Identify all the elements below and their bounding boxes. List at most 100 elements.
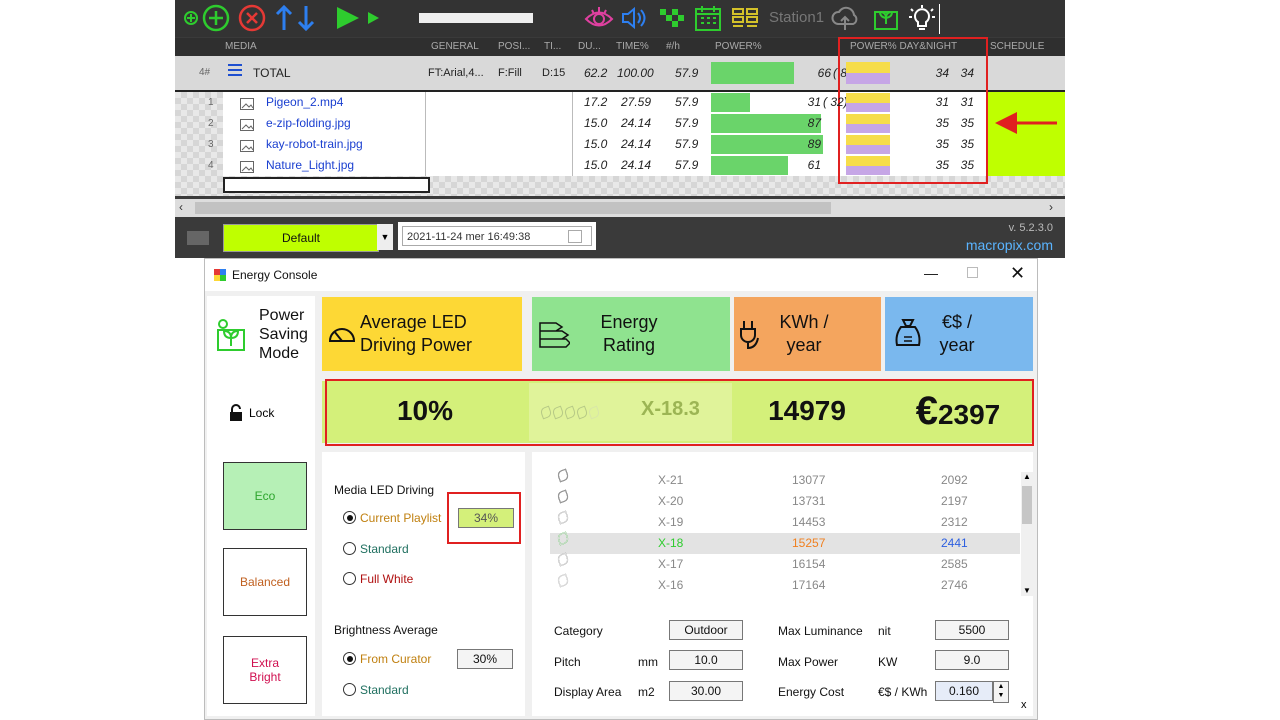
maximize-icon[interactable] — [967, 267, 978, 278]
speaker-icon[interactable] — [619, 4, 647, 32]
col-schedule[interactable]: SCHEDULE — [990, 41, 1044, 52]
radio-bright-standard[interactable] — [343, 683, 356, 696]
area-field[interactable]: 30.00 — [669, 681, 743, 701]
option-bright-standard[interactable]: Standard — [360, 683, 409, 697]
energy-plant-icon[interactable] — [871, 4, 901, 32]
table-row[interactable]: 3 kay-robot-train.jpg 15.0 24.14 57.9 89 35 35 — [175, 134, 1065, 155]
max-power-field[interactable]: 9.0 — [935, 650, 1009, 670]
power-value: 87 — [807, 116, 821, 130]
rating-name: X-18 — [658, 536, 684, 550]
energy-cost-field[interactable]: 0.160 — [935, 681, 993, 701]
site-link[interactable]: macropix.com — [935, 237, 1053, 253]
calendar-picker-icon[interactable] — [568, 230, 582, 243]
toolbar: Station1 — [175, 0, 1065, 37]
add-small-icon[interactable] — [183, 4, 199, 32]
luminance-unit: nit — [878, 624, 891, 638]
col-per-hour[interactable]: #/h — [666, 41, 680, 52]
scroll-right-icon[interactable]: › — [1049, 200, 1053, 214]
extra-bright-mode-button[interactable]: Extra Bright — [223, 636, 307, 704]
eco-mode-button[interactable]: Eco — [223, 462, 307, 530]
add-icon[interactable] — [201, 4, 231, 32]
horizontal-scrollbar[interactable]: ‹ › — [175, 199, 1065, 217]
move-up-icon[interactable] — [273, 4, 295, 32]
rating-name: X-17 — [658, 557, 684, 571]
col-media[interactable]: MEDIA — [225, 41, 257, 52]
datetime-field[interactable]: 2021-11-24 mer 16:49:38 — [402, 226, 592, 246]
col-position[interactable]: POSI... — [498, 41, 530, 52]
datetime-text: 2021-11-24 mer 16:49:38 — [407, 231, 531, 243]
pause-icon[interactable] — [187, 231, 209, 245]
rating-row[interactable]: X-17 16154 2585 — [550, 552, 1020, 575]
col-power[interactable]: POWER% — [715, 41, 762, 52]
close-icon[interactable]: ✕ — [1010, 263, 1025, 284]
new-row-cell[interactable] — [223, 177, 430, 193]
media-name[interactable]: e-zip-folding.jpg — [266, 113, 351, 134]
rating-row[interactable]: X-16 17164 2746 — [550, 573, 1020, 596]
layout-icon[interactable] — [730, 4, 760, 32]
option-from-curator[interactable]: From Curator — [360, 652, 431, 666]
table-row[interactable]: 1 Pigeon_2.mp4 17.2 27.59 57.9 31( 32) 31 31 — [175, 92, 1065, 113]
calendar-icon[interactable] — [693, 4, 723, 32]
radio-full-white[interactable] — [343, 572, 356, 585]
media-name[interactable]: Nature_Light.jpg — [266, 155, 354, 176]
cloud-upload-icon[interactable] — [829, 4, 861, 32]
balanced-mode-button[interactable]: Balanced — [223, 548, 307, 616]
rating-row[interactable]: X-18 15257 2441 — [550, 531, 1020, 554]
grid-icon[interactable] — [657, 4, 689, 32]
bulb-icon[interactable] — [907, 4, 937, 32]
col-duration[interactable]: DU... — [578, 41, 601, 52]
power-bar — [711, 93, 750, 112]
scroll-up-icon[interactable]: ▲ — [1023, 472, 1031, 481]
col-time-pct[interactable]: TIME% — [616, 41, 649, 52]
night-bar — [846, 103, 890, 112]
list-scroll-thumb[interactable] — [1022, 486, 1032, 524]
area-unit: m2 — [638, 685, 655, 699]
status-bar: Default ▼ 2021-11-24 mer 16:49:38 v. 5.2… — [175, 218, 1065, 258]
rating-row[interactable]: X-21 13077 2092 — [550, 468, 1020, 491]
lock-label[interactable]: Lock — [249, 406, 274, 420]
scroll-thumb[interactable] — [195, 202, 831, 214]
minimize-icon[interactable]: — — [924, 265, 938, 281]
duration: 15.0 — [584, 137, 608, 151]
col-time[interactable]: TI... — [544, 41, 561, 52]
gauge-icon — [326, 319, 358, 356]
delete-icon[interactable] — [237, 4, 267, 32]
luminance-field[interactable]: 5500 — [935, 620, 1009, 640]
pitch-field[interactable]: 10.0 — [669, 650, 743, 670]
profile-select[interactable]: Default — [223, 224, 379, 252]
option-standard[interactable]: Standard — [360, 542, 409, 556]
play-small-icon[interactable] — [365, 4, 381, 32]
col-general[interactable]: GENERAL — [431, 41, 479, 52]
version-label: v. 5.2.3.0 — [1008, 222, 1053, 234]
brightness-value-field[interactable]: 30% — [457, 649, 513, 669]
radio-from-curator[interactable] — [343, 652, 356, 665]
rating-row[interactable]: X-20 13731 2197 — [550, 489, 1020, 512]
eye-icon[interactable] — [583, 4, 615, 32]
rating-list[interactable]: X-21 13077 2092 X-20 13731 2197 X-19 14453 2312 X… — [550, 468, 1020, 598]
table-row[interactable]: 4 Nature_Light.jpg 15.0 24.14 57.9 61 35 35 — [175, 155, 1065, 176]
window-title: Energy Console — [232, 268, 318, 282]
list-scrollbar[interactable]: ▲ ▼ — [1021, 472, 1033, 596]
radio-standard[interactable] — [343, 542, 356, 555]
total-name: TOTAL — [253, 66, 291, 80]
media-value-field[interactable]: 34% — [458, 508, 514, 528]
cost-spinner[interactable]: ▲ ▼ — [993, 681, 1009, 703]
list-icon — [227, 63, 243, 84]
option-current-playlist[interactable]: Current Playlist — [360, 511, 441, 525]
move-down-icon[interactable] — [295, 4, 317, 32]
rating-row[interactable]: X-19 14453 2312 — [550, 510, 1020, 533]
table-row[interactable]: 2 e-zip-folding.jpg 15.0 24.14 57.9 87 35 35 — [175, 113, 1065, 134]
per-hour: 57.9 — [675, 158, 699, 172]
radio-current-playlist[interactable] — [343, 511, 356, 524]
lock-icon[interactable] — [229, 404, 243, 427]
category-field[interactable]: Outdoor — [669, 620, 743, 640]
media-name[interactable]: kay-robot-train.jpg — [266, 134, 363, 155]
scroll-left-icon[interactable]: ‹ — [179, 200, 183, 214]
play-icon[interactable] — [333, 4, 361, 32]
option-full-white[interactable]: Full White — [360, 572, 413, 586]
scroll-down-icon[interactable]: ▼ — [1023, 586, 1031, 595]
media-name[interactable]: Pigeon_2.mp4 — [266, 92, 343, 113]
toolbar-divider — [939, 4, 940, 34]
corner-close-icon[interactable]: x — [1021, 699, 1027, 711]
chevron-down-icon[interactable]: ▼ — [377, 224, 393, 250]
